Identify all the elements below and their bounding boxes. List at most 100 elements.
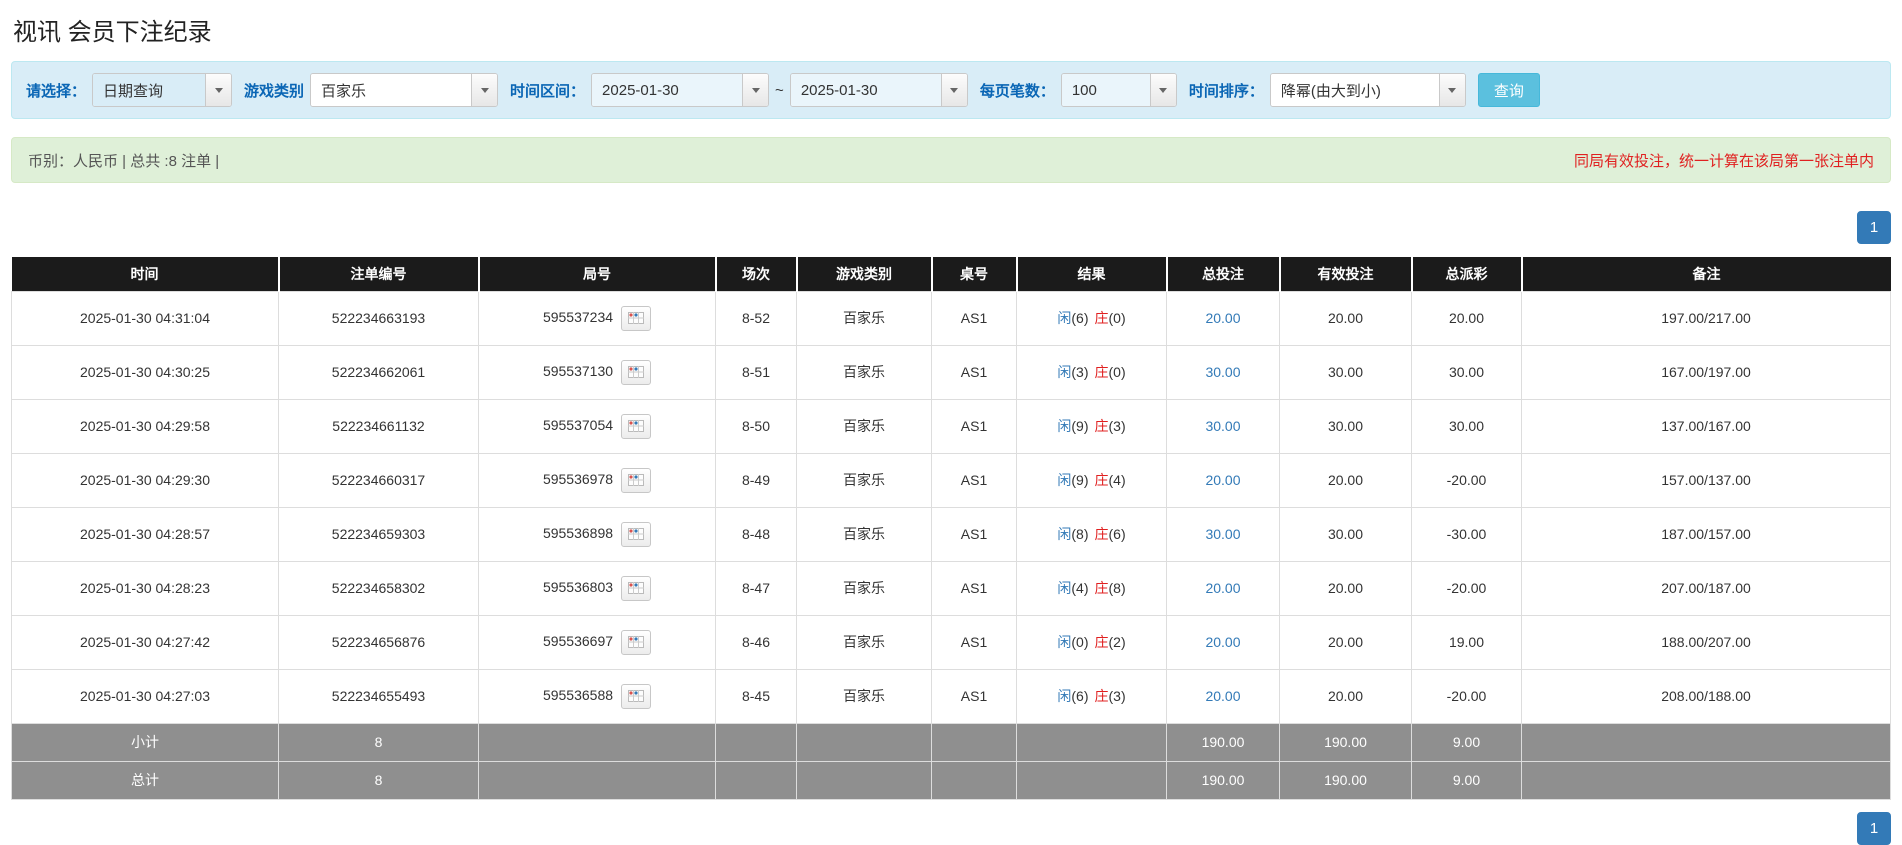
bet-id-cell: 522234659303 (278, 506, 479, 562)
date-to-dropdown-button[interactable] (940, 74, 967, 106)
result-cell: 闲(3) 庄(0) (1016, 344, 1167, 400)
round-cell: 595536588 (478, 668, 716, 724)
round-cell: 595537054 (478, 398, 716, 454)
payout-cell: 30.00 (1411, 398, 1522, 454)
subtotal-valid-bet: 190.00 (1279, 722, 1412, 762)
round-cell: 595536978 (478, 452, 716, 508)
page-title: 视讯 会员下注纪录 (13, 19, 212, 46)
page-1-button[interactable]: 1 (1857, 211, 1891, 244)
search-button[interactable]: 查询 (1477, 73, 1540, 107)
roadmap-button[interactable] (621, 575, 652, 601)
page-size-dropdown-button[interactable] (1149, 74, 1176, 106)
page-size-input[interactable] (1061, 74, 1150, 106)
currency-total-text: 币别：人民币 | 总共 :8 注单 | (28, 152, 220, 170)
roadmap-button[interactable] (621, 683, 652, 709)
date-from-dropdown-button[interactable] (742, 74, 769, 106)
remark-cell: 137.00/167.00 (1521, 398, 1891, 454)
result-player-label: 闲 (1057, 688, 1072, 704)
roadmap-button[interactable] (621, 359, 652, 385)
total-bet-link[interactable]: 20.00 (1205, 688, 1240, 704)
chevron-down-icon (1448, 87, 1457, 93)
chevron-down-icon (1159, 87, 1168, 93)
table-row: 2025-01-30 04:31:04 522234663193 5955372… (11, 290, 1891, 346)
notice-text: 同局有效投注，统一计算在该局第一张注单内 (1573, 152, 1874, 170)
roadmap-icon (628, 636, 645, 648)
roadmap-button[interactable] (621, 521, 652, 547)
result-banker-label: 庄 (1094, 310, 1109, 326)
result-player-score: (4) (1071, 580, 1089, 596)
time-cell: 2025-01-30 04:29:58 (11, 398, 279, 454)
query-type-dropdown-button[interactable] (205, 74, 232, 106)
remark-cell: 167.00/197.00 (1521, 344, 1891, 400)
game-type-cell: 百家乐 (796, 560, 932, 616)
total-bet-link[interactable]: 30.00 (1205, 418, 1240, 434)
date-range-separator: ~ (775, 81, 784, 99)
page-1-button-bottom[interactable]: 1 (1857, 812, 1891, 845)
result-banker-label: 庄 (1094, 580, 1109, 596)
grand-total-row: 总计 8 190.00 190.00 9.00 (11, 760, 1891, 800)
game-type-dropdown-button[interactable] (471, 74, 498, 106)
valid-bet-cell: 20.00 (1279, 614, 1412, 670)
header-table-no: 桌号 (931, 257, 1018, 291)
game-type-input[interactable] (311, 74, 472, 106)
valid-bet-cell: 30.00 (1279, 398, 1412, 454)
game-type-cell: 百家乐 (796, 344, 932, 400)
session-cell: 8-51 (715, 344, 797, 400)
table-no-cell: AS1 (931, 560, 1017, 616)
game-type-cell: 百家乐 (796, 290, 932, 346)
total-bet-link[interactable]: 20.00 (1205, 634, 1240, 650)
table-row: 2025-01-30 04:29:58 522234661132 5955370… (11, 398, 1891, 454)
result-banker-score: (0) (1108, 310, 1126, 326)
header-total-bet: 总投注 (1166, 257, 1281, 291)
total-bet-cell: 20.00 (1166, 290, 1280, 346)
roadmap-button[interactable] (621, 305, 652, 331)
session-cell: 8-49 (715, 452, 797, 508)
remark-cell: 208.00/188.00 (1521, 668, 1891, 724)
round-id: 595536588 (542, 686, 614, 703)
payout-cell: -20.00 (1411, 560, 1522, 616)
total-bet-link[interactable]: 20.00 (1205, 580, 1240, 596)
remark-cell: 157.00/137.00 (1521, 452, 1891, 508)
valid-bet-cell: 20.00 (1279, 452, 1412, 508)
roadmap-button[interactable] (621, 413, 652, 439)
result-banker-label: 庄 (1094, 418, 1109, 434)
remark-cell: 207.00/187.00 (1521, 560, 1891, 616)
result-banker-label: 庄 (1094, 364, 1109, 380)
bet-id-cell: 522234658302 (278, 560, 479, 616)
table-no-cell: AS1 (931, 290, 1017, 346)
total-bet-link[interactable]: 20.00 (1205, 472, 1240, 488)
roadmap-icon (628, 420, 645, 432)
remark-cell: 197.00/217.00 (1521, 290, 1891, 346)
total-label: 总计 (11, 760, 279, 800)
subtotal-row: 小计 8 190.00 190.00 9.00 (11, 722, 1891, 762)
round-id: 595536697 (542, 632, 614, 649)
sort-dropdown-button[interactable] (1438, 74, 1465, 106)
total-bet-link[interactable]: 30.00 (1205, 526, 1240, 542)
roadmap-icon (628, 582, 645, 594)
valid-bet-cell: 30.00 (1279, 344, 1412, 400)
page-container: 视讯 会员下注纪录 请选择： 游戏类别 时间区间： ~ 每页笔数： 时间排序： (0, 0, 1902, 800)
result-cell: 闲(4) 庄(8) (1016, 560, 1167, 616)
date-to-combobox (789, 73, 968, 107)
roadmap-button[interactable] (621, 467, 652, 493)
time-cell: 2025-01-30 04:27:03 (11, 668, 279, 724)
date-to-input[interactable] (790, 74, 941, 106)
total-bet-link[interactable]: 30.00 (1205, 364, 1240, 380)
total-bet-link[interactable]: 20.00 (1205, 310, 1240, 326)
payout-cell: 19.00 (1411, 614, 1522, 670)
subtotal-payout: 9.00 (1411, 722, 1522, 762)
bet-id-cell: 522234655493 (278, 668, 479, 724)
subtotal-label: 小计 (11, 722, 279, 762)
valid-bet-cell: 30.00 (1279, 506, 1412, 562)
result-player-score: (3) (1071, 364, 1089, 380)
date-from-input[interactable] (592, 74, 743, 106)
result-banker-score: (3) (1108, 688, 1126, 704)
query-type-input[interactable] (93, 74, 206, 106)
round-id: 595536803 (542, 578, 614, 595)
table-row: 2025-01-30 04:28:57 522234659303 5955368… (11, 506, 1891, 562)
remark-cell: 188.00/207.00 (1521, 614, 1891, 670)
sort-input[interactable] (1270, 74, 1439, 106)
valid-bet-cell: 20.00 (1279, 668, 1412, 724)
roadmap-button[interactable] (621, 629, 652, 655)
result-banker-score: (0) (1108, 364, 1126, 380)
